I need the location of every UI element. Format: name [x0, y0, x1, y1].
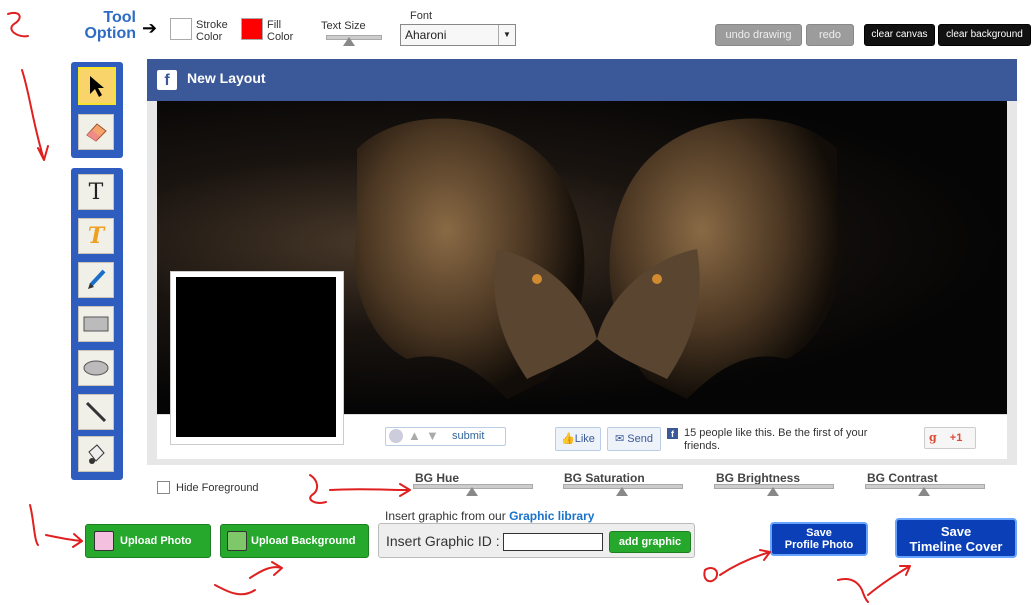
red-annotation-scribbles — [7, 12, 911, 603]
